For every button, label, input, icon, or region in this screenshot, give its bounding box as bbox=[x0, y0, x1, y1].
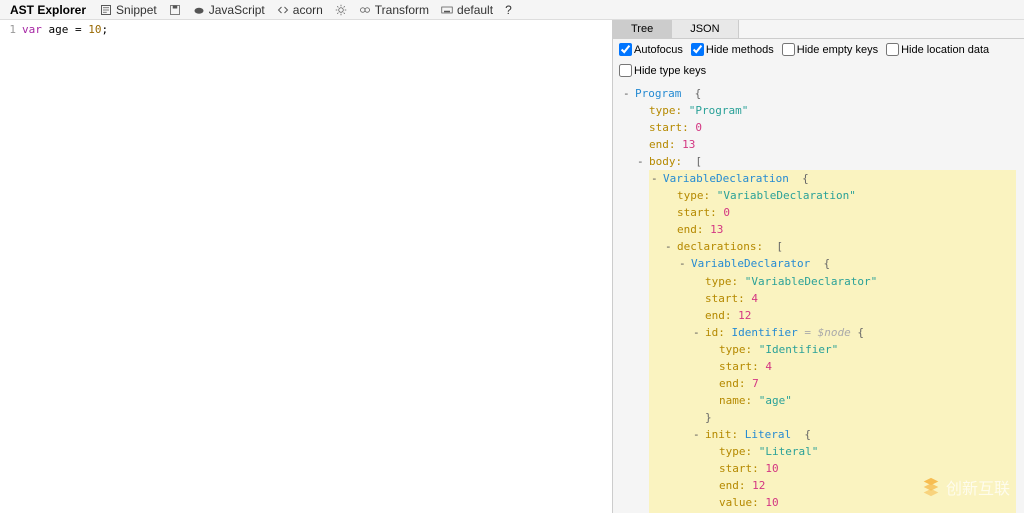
collapse-icon[interactable]: - bbox=[651, 170, 658, 187]
main: 1 var age = 10; Tree JSON Autofocus Hide… bbox=[0, 20, 1024, 513]
collapse-icon[interactable]: - bbox=[679, 255, 686, 272]
gear-icon bbox=[335, 4, 347, 16]
collapse-icon[interactable]: - bbox=[623, 85, 630, 102]
help-button[interactable]: ? bbox=[501, 3, 516, 17]
app-title: AST Explorer bbox=[4, 3, 92, 17]
node-body[interactable]: -body: [ -VariableDeclaration { type: "V… bbox=[649, 153, 1016, 513]
snippet-label: Snippet bbox=[116, 3, 157, 17]
cloud-icon bbox=[193, 4, 205, 16]
transform-label: Transform bbox=[375, 3, 429, 17]
language-menu[interactable]: JavaScript bbox=[189, 3, 269, 17]
save-action[interactable] bbox=[165, 4, 185, 16]
node-program[interactable]: -Program { type: "Program" start: 0 end:… bbox=[635, 85, 1016, 513]
line-number: 1 bbox=[0, 20, 20, 36]
toolbar: AST Explorer Snippet JavaScript acorn Tr… bbox=[0, 0, 1024, 20]
keymap-menu[interactable]: default bbox=[437, 3, 497, 17]
hide-empty-checkbox[interactable] bbox=[782, 43, 795, 56]
help-label: ? bbox=[505, 3, 512, 17]
opt-autofocus[interactable]: Autofocus bbox=[619, 43, 683, 56]
autofocus-checkbox[interactable] bbox=[619, 43, 632, 56]
output-tabs: Tree JSON bbox=[613, 20, 1024, 39]
tab-json[interactable]: JSON bbox=[672, 20, 738, 38]
save-icon bbox=[169, 4, 181, 16]
ast-tree[interactable]: -Program { type: "Program" start: 0 end:… bbox=[613, 81, 1024, 513]
watermark: 创新互联 bbox=[920, 475, 1010, 499]
tab-tree[interactable]: Tree bbox=[613, 20, 672, 38]
collapse-icon[interactable]: - bbox=[637, 153, 644, 170]
hide-location-checkbox[interactable] bbox=[886, 43, 899, 56]
node-init[interactable]: -init: Literal { type: "Literal" start: … bbox=[705, 426, 1016, 513]
opt-hide-empty[interactable]: Hide empty keys bbox=[782, 43, 878, 56]
collapse-icon[interactable]: - bbox=[665, 238, 672, 255]
collapse-icon[interactable]: - bbox=[693, 324, 700, 341]
opt-hide-location[interactable]: Hide location data bbox=[886, 43, 989, 56]
opt-hide-type[interactable]: Hide type keys bbox=[619, 64, 706, 77]
hide-type-checkbox[interactable] bbox=[619, 64, 632, 77]
opt-hide-methods[interactable]: Hide methods bbox=[691, 43, 774, 56]
transform-menu[interactable]: Transform bbox=[355, 3, 433, 17]
output-panel: Tree JSON Autofocus Hide methods Hide em… bbox=[613, 20, 1024, 513]
node-vardecl[interactable]: -VariableDeclaration { type: "VariableDe… bbox=[663, 170, 1016, 513]
tree-options: Autofocus Hide methods Hide empty keys H… bbox=[613, 39, 1024, 81]
keyboard-icon bbox=[441, 4, 453, 16]
code-icon bbox=[277, 4, 289, 16]
node-declarations[interactable]: -declarations: [ -VariableDeclarator { t… bbox=[677, 238, 1016, 513]
code-line: var age = 10; bbox=[22, 23, 108, 36]
parser-menu[interactable]: acorn bbox=[273, 3, 327, 17]
language-label: JavaScript bbox=[209, 3, 265, 17]
snippet-icon bbox=[100, 4, 112, 16]
transform-icon bbox=[359, 4, 371, 16]
watermark-text: 创新互联 bbox=[946, 475, 1010, 499]
hide-methods-checkbox[interactable] bbox=[691, 43, 704, 56]
parser-label: acorn bbox=[293, 3, 323, 17]
collapse-icon[interactable]: - bbox=[693, 426, 700, 443]
node-id[interactable]: -id: Identifier = $node { type: "Identif… bbox=[705, 324, 1016, 426]
code-editor[interactable]: 1 var age = 10; bbox=[0, 20, 613, 513]
watermark-icon bbox=[920, 476, 942, 498]
parser-settings[interactable] bbox=[331, 4, 351, 16]
snippet-menu[interactable]: Snippet bbox=[96, 3, 161, 17]
keymap-label: default bbox=[457, 3, 493, 17]
